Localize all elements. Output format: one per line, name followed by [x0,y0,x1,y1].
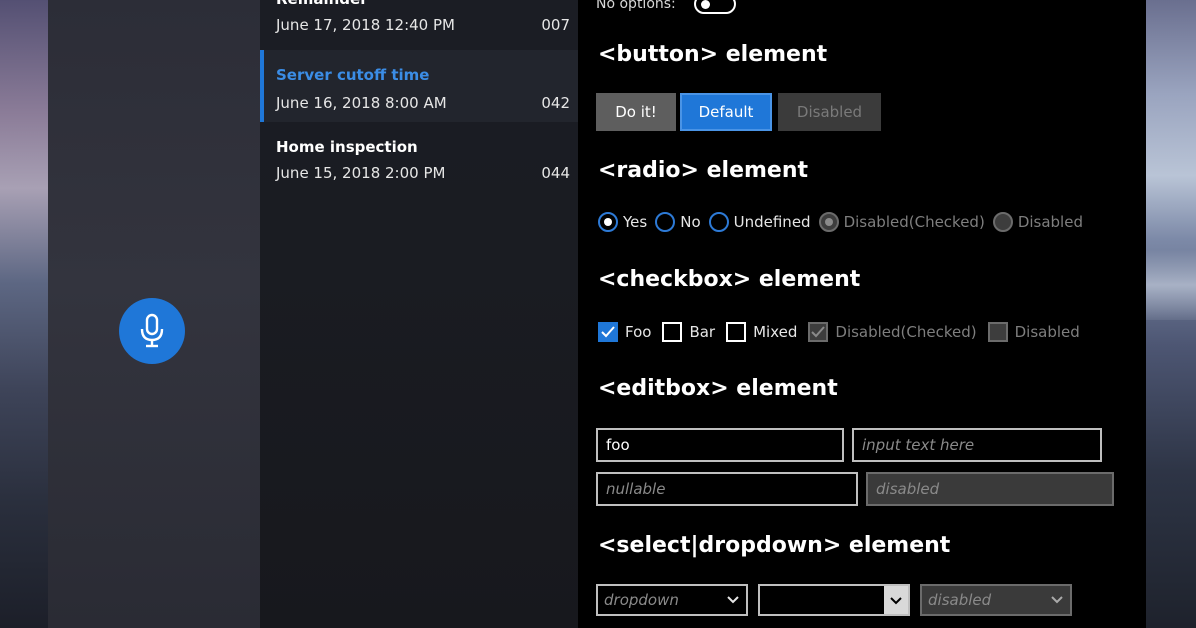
do-it-button[interactable]: Do it! [596,93,676,131]
radio-label: No [680,213,701,231]
checkbox-disabled-checked: Disabled(Checked) [808,322,977,342]
chevron-down-icon [1051,596,1063,604]
radio-undefined[interactable]: Undefined [708,212,811,232]
radio-unchecked-icon [655,212,676,232]
list-item-date: June 16, 2018 8:00 AM [276,94,447,112]
checkbox-mixed[interactable]: Mixed [726,322,797,342]
checkbox-empty-icon [662,322,683,342]
radio-disabled-icon [992,212,1013,232]
checkmark-icon [598,322,618,342]
list-item-title: Server cutoff time [276,66,430,84]
checkbox-empty-icon [726,322,747,342]
reminder-list: Remainder June 17, 2018 12:40 PM 007 Ser… [260,0,578,628]
checkbox-group: Foo Bar Mixed Disabled(Checked) Disabled [598,322,1091,342]
checkbox-foo[interactable]: Foo [598,322,651,342]
list-item-title: Home inspection [276,138,418,156]
checkbox-disabled-icon [987,322,1008,342]
checkbox-section-title: <checkbox> element [598,267,861,292]
radio-label: Undefined [733,213,811,231]
options-toggle[interactable] [693,0,736,14]
radio-label: Disabled(Checked) [843,213,985,231]
radio-disabled-checked-icon [818,212,839,232]
checkbox-disabled: Disabled [987,322,1080,342]
list-item-date: June 15, 2018 2:00 PM [276,164,446,182]
radio-checked-icon [598,212,618,232]
list-item-selected[interactable]: Server cutoff time June 16, 2018 8:00 AM… [260,50,578,122]
list-item-code: 007 [541,16,570,34]
radio-section-title: <radio> element [598,158,809,183]
dropdown-select-empty[interactable] [758,584,910,616]
radio-disabled: Disabled [992,212,1083,232]
checkmark-disabled-icon [808,322,829,342]
list-item-code: 044 [541,164,570,182]
radio-unchecked-icon [708,212,729,232]
dropdown-select-disabled: disabled [920,584,1072,616]
toggle-row: No options: [596,0,736,14]
checkbox-label: Bar [689,323,716,341]
microphone-button[interactable] [119,298,185,364]
nullable-field[interactable] [596,472,858,506]
radio-label: Disabled [1017,213,1083,231]
editbox-section-title: <editbox> element [598,376,838,401]
checkbox-label: Mixed [753,323,798,341]
button-section-title: <button> element [598,42,828,67]
dropdown-select[interactable]: dropdown [596,584,748,616]
wallpaper-snow [1146,250,1196,320]
controls-panel: No options: <button> element Do it! Defa… [578,0,1146,628]
disabled-field [866,472,1114,506]
select-section-title: <select|dropdown> element [598,533,951,558]
list-item-date: June 17, 2018 12:40 PM [276,16,455,34]
wallpaper-left [0,0,48,628]
checkbox-label: Foo [625,323,652,341]
list-item-code: 042 [541,94,570,112]
chevron-down-icon [884,586,908,614]
text-field[interactable] [596,428,844,462]
text-field-placeholder[interactable] [852,428,1102,462]
radio-label: Yes [623,213,648,231]
toggle-label: No options: [596,0,676,12]
microphone-icon [140,313,164,348]
list-item[interactable]: Home inspection June 15, 2018 2:00 PM 04… [260,132,578,204]
disabled-button: Disabled [778,93,881,131]
chevron-down-icon [727,596,739,604]
checkbox-label: Disabled(Checked) [835,323,977,341]
radio-yes[interactable]: Yes [598,212,647,232]
checkbox-label: Disabled [1014,323,1080,341]
radio-no[interactable]: No [655,212,701,232]
radio-group: Yes No Undefined Disabled(Checked) Disab… [598,212,1091,232]
checkbox-bar[interactable]: Bar [662,322,715,342]
list-item-title: Remainder [276,0,368,8]
list-item[interactable]: Remainder June 17, 2018 12:40 PM 007 [260,0,578,56]
radio-disabled-checked: Disabled(Checked) [818,212,985,232]
default-button[interactable]: Default [680,93,772,131]
dropdown-value: dropdown [604,591,679,609]
dropdown-value: disabled [928,591,992,609]
